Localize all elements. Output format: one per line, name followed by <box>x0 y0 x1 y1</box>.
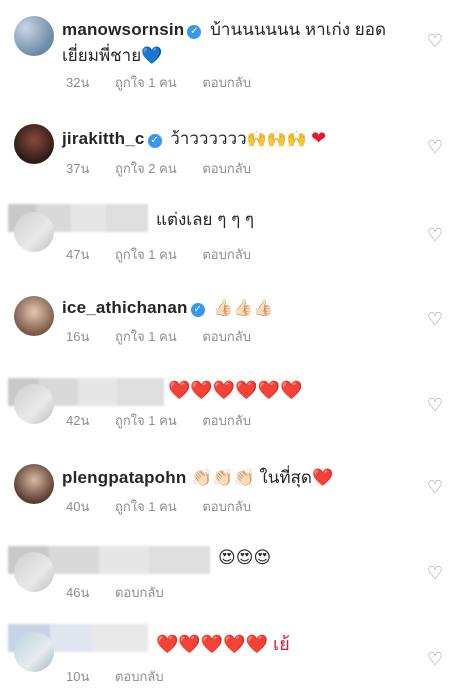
reply-button[interactable]: ตอบกลับ <box>202 413 251 428</box>
comment-text: แต่งเลย ๆ ๆ ๆ <box>156 210 255 229</box>
comment-username[interactable]: manowsornsin <box>62 20 184 39</box>
comment-body: ❤️❤️❤️❤️❤️ เย้ <box>156 632 416 657</box>
comment-time: 47น <box>66 247 90 262</box>
comment-item: แต่งเลย ๆ ๆ ๆ 47น ถูกใจ 1 คน ตอบกลับ ♡ <box>0 202 468 272</box>
comment-text: 😍😍😍 <box>218 548 272 567</box>
comment-likes[interactable]: ถูกใจ 1 คน <box>115 413 177 428</box>
comment-text: ❤️❤️❤️❤️❤️ เย้ <box>156 634 290 654</box>
reply-button[interactable]: ตอบกลับ <box>202 247 251 262</box>
comment-likes[interactable]: ถูกใจ 1 คน <box>115 247 177 262</box>
heart-outline-icon[interactable]: ♡ <box>426 138 444 156</box>
comment-username[interactable]: ice_athichanan <box>62 298 188 317</box>
verified-badge-icon: ✓ <box>187 25 202 39</box>
comment-text: 👍🏻👍🏻👍🏻 <box>213 300 274 317</box>
avatar[interactable] <box>14 384 54 424</box>
avatar[interactable] <box>14 296 54 336</box>
reply-button[interactable]: ตอบกลับ <box>202 499 251 514</box>
verified-badge-icon: ✓ <box>190 303 205 317</box>
reply-button[interactable]: ตอบกลับ <box>115 585 164 600</box>
comment-item: jirakitth_c ✓ ว้าวววววว🙌🙌🙌 ❤ 37น ถูกใจ 2 … <box>0 120 468 180</box>
comment-item: 😍😍😍 46น ตอบกลับ ♡ <box>0 546 468 606</box>
comment-time: 32น <box>66 75 90 90</box>
comment-item: ❤️❤️❤️❤️❤️ เย้ 10น ตอบกลับ ♡ <box>0 622 468 692</box>
comment-text: ว้าวววววว🙌🙌🙌 ❤ <box>170 128 327 148</box>
comment-time: 37น <box>66 161 90 176</box>
comment-meta: 40น ถูกใจ 1 คน ตอบกลับ <box>66 496 273 517</box>
comment-likes[interactable]: ถูกใจ 2 คน <box>115 161 177 176</box>
verified-badge-icon: ✓ <box>147 134 162 148</box>
comment-item: plengpatapohn 👏🏻👏🏻👏🏻 ในที่สุด❤️ 40น ถูกใ… <box>0 462 468 522</box>
comment-time: 40น <box>66 499 90 514</box>
comment-time: 16น <box>66 329 90 344</box>
comment-likes[interactable]: ถูกใจ 1 คน <box>115 75 177 90</box>
comment-body: 😍😍😍 <box>218 546 416 570</box>
reply-button[interactable]: ตอบกลับ <box>202 161 251 176</box>
comment-text: ❤️❤️❤️❤️❤️❤️ <box>168 380 303 400</box>
comment-body: ❤️❤️❤️❤️❤️❤️ <box>168 378 416 403</box>
comment-text: บ้านนนนนน หาเก่ง ยอด <box>210 20 386 39</box>
heart-outline-icon[interactable]: ♡ <box>426 226 444 244</box>
avatar[interactable] <box>14 124 54 164</box>
reply-button[interactable]: ตอบกลับ <box>115 669 164 684</box>
heart-outline-icon[interactable]: ♡ <box>426 650 444 668</box>
comment-username[interactable]: jirakitth_c <box>62 129 145 148</box>
comment-meta: 47น ถูกใจ 1 คน ตอบกลับ <box>66 244 273 265</box>
comment-text-continued: เยี่ยมพี่ชาย💙 <box>62 46 163 65</box>
comment-meta: 32น ถูกใจ 1 คน ตอบกลับ <box>66 72 273 93</box>
comment-item: ❤️❤️❤️❤️❤️❤️ 42น ถูกใจ 1 คน ตอบกลับ ♡ <box>0 378 468 448</box>
comment-body: manowsornsin ✓ บ้านนนนนน หาเก่ง ยอด <box>62 18 416 42</box>
heart-outline-icon[interactable]: ♡ <box>426 32 444 50</box>
heart-outline-icon[interactable]: ♡ <box>426 396 444 414</box>
comment-time: 42น <box>66 413 90 428</box>
heart-outline-icon[interactable]: ♡ <box>426 478 444 496</box>
comment-time: 46น <box>66 585 90 600</box>
heart-outline-icon[interactable]: ♡ <box>426 564 444 582</box>
comment-item: ice_athichanan ✓ 👍🏻👍🏻👍🏻 16น ถูกใจ 1 คน ตอ… <box>0 292 468 352</box>
comment-meta: 46น ตอบกลับ <box>66 582 186 603</box>
comment-username[interactable]: plengpatapohn <box>62 468 186 487</box>
comment-text: 👏🏻👏🏻👏🏻 ในที่สุด❤️ <box>191 468 334 487</box>
avatar[interactable] <box>14 552 54 592</box>
reply-button[interactable]: ตอบกลับ <box>202 329 251 344</box>
comment-meta: 37น ถูกใจ 2 คน ตอบกลับ <box>66 158 273 179</box>
comment-meta: 10น ตอบกลับ <box>66 666 186 687</box>
avatar[interactable] <box>14 212 54 252</box>
avatar[interactable] <box>14 464 54 504</box>
comment-body: ice_athichanan ✓ 👍🏻👍🏻👍🏻 <box>62 296 416 321</box>
comment-likes[interactable]: ถูกใจ 1 คน <box>115 329 177 344</box>
comment-item: manowsornsin ✓ บ้านนนนนน หาเก่ง ยอด เยี่ย… <box>0 12 468 92</box>
avatar[interactable] <box>14 632 54 672</box>
comment-meta: 42น ถูกใจ 1 คน ตอบกลับ <box>66 410 273 431</box>
comment-meta: 16น ถูกใจ 1 คน ตอบกลับ <box>66 326 273 347</box>
comment-likes[interactable]: ถูกใจ 1 คน <box>115 499 177 514</box>
avatar[interactable] <box>14 16 54 56</box>
comment-body: plengpatapohn 👏🏻👏🏻👏🏻 ในที่สุด❤️ <box>62 466 416 490</box>
heart-outline-icon[interactable]: ♡ <box>426 310 444 328</box>
comment-body: แต่งเลย ๆ ๆ ๆ <box>156 208 416 232</box>
comment-time: 10น <box>66 669 90 684</box>
comment-body: jirakitth_c ✓ ว้าวววววว🙌🙌🙌 ❤ <box>62 126 416 152</box>
reply-button[interactable]: ตอบกลับ <box>202 75 251 90</box>
